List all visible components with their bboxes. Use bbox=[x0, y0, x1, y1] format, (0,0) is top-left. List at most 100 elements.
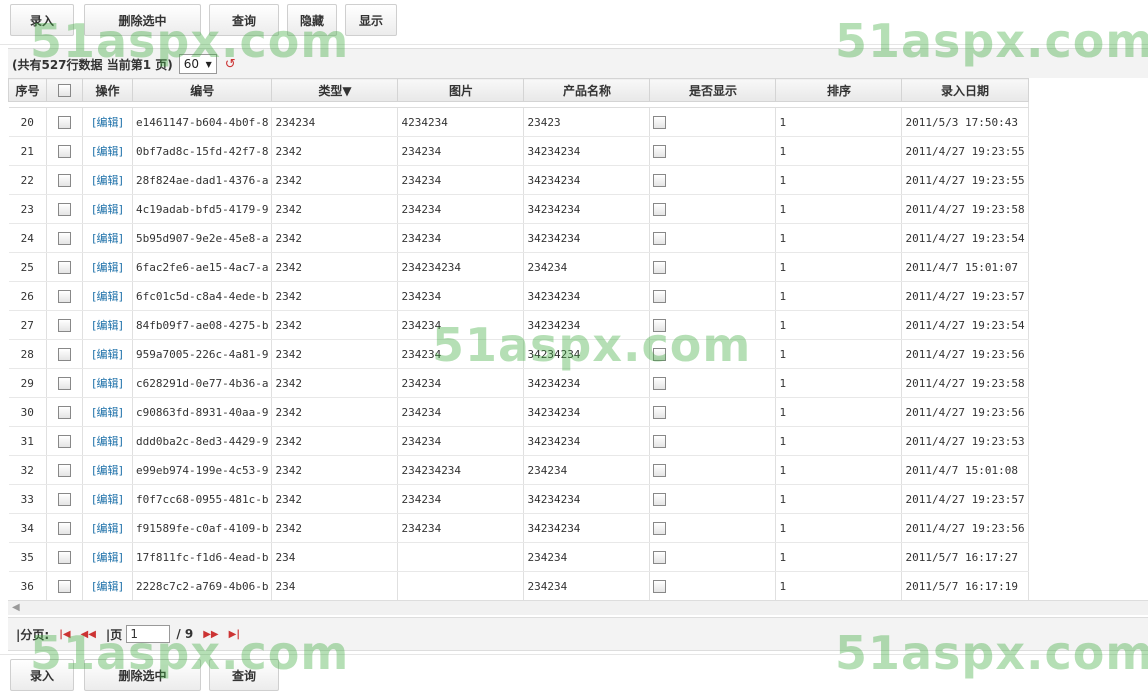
add-button[interactable]: 录入 bbox=[10, 4, 74, 36]
col-header-type[interactable]: 类型▼ bbox=[271, 78, 399, 102]
row-select-checkbox[interactable] bbox=[58, 434, 71, 448]
row-select-checkbox[interactable] bbox=[58, 347, 71, 361]
edit-link[interactable]: [编辑] bbox=[92, 290, 123, 303]
row-visible-checkbox[interactable] bbox=[653, 550, 667, 564]
row-select-checkbox[interactable] bbox=[58, 405, 71, 419]
row-visible-checkbox-cell bbox=[649, 484, 777, 514]
row-visible-checkbox[interactable] bbox=[653, 376, 667, 390]
row-select-checkbox[interactable] bbox=[58, 289, 71, 303]
row-visible-checkbox[interactable] bbox=[653, 347, 667, 361]
row-select-checkbox-cell bbox=[46, 223, 83, 253]
row-select-checkbox[interactable] bbox=[58, 550, 71, 564]
row-type: 2342 bbox=[271, 310, 399, 340]
row-visible-checkbox[interactable] bbox=[653, 115, 667, 129]
edit-link[interactable]: [编辑] bbox=[92, 232, 123, 245]
row-visible-checkbox[interactable] bbox=[653, 231, 667, 245]
edit-link[interactable]: [编辑] bbox=[92, 116, 123, 129]
page-number-input[interactable]: 1 bbox=[126, 625, 171, 643]
row-select-checkbox[interactable] bbox=[58, 521, 71, 535]
query-button-bottom[interactable]: 查询 bbox=[209, 659, 279, 691]
edit-link[interactable]: [编辑] bbox=[92, 348, 123, 361]
row-select-checkbox[interactable] bbox=[58, 463, 71, 477]
edit-link[interactable]: [编辑] bbox=[92, 493, 123, 506]
row-visible-checkbox[interactable] bbox=[653, 463, 667, 477]
row-select-checkbox[interactable] bbox=[58, 492, 71, 506]
row-visible-checkbox[interactable] bbox=[653, 260, 667, 274]
edit-link[interactable]: [编辑] bbox=[92, 145, 123, 158]
row-select-checkbox-cell bbox=[46, 484, 83, 514]
row-visible-checkbox-cell bbox=[649, 571, 777, 600]
col-header-is-visible[interactable]: 是否显示 bbox=[649, 78, 777, 102]
delete-selected-button-bottom[interactable]: 删除选中 bbox=[84, 659, 201, 691]
delete-selected-button[interactable]: 删除选中 bbox=[84, 4, 201, 36]
edit-link[interactable]: [编辑] bbox=[92, 551, 123, 564]
edit-link[interactable]: [编辑] bbox=[92, 203, 123, 216]
row-visible-checkbox-cell bbox=[649, 252, 777, 282]
row-select-checkbox[interactable] bbox=[58, 579, 71, 593]
query-button[interactable]: 查询 bbox=[209, 4, 279, 36]
table-row: 27 [编辑] 84fb09f7-ae08-4275-b 2342 234234 3423… bbox=[8, 310, 1029, 340]
col-header-select-all[interactable] bbox=[46, 78, 83, 102]
row-select-checkbox[interactable] bbox=[58, 144, 71, 158]
last-page-icon[interactable]: ▶| bbox=[229, 629, 240, 640]
row-visible-checkbox[interactable] bbox=[653, 173, 667, 187]
edit-link[interactable]: [编辑] bbox=[92, 261, 123, 274]
show-button[interactable]: 显示 bbox=[345, 4, 397, 36]
row-select-checkbox-cell bbox=[46, 194, 83, 224]
row-sort: 1 bbox=[775, 252, 903, 282]
page-size-select[interactable]: 60 ▼ bbox=[178, 54, 217, 74]
row-select-checkbox[interactable] bbox=[58, 376, 71, 390]
edit-cell: [编辑] bbox=[82, 542, 133, 572]
edit-link[interactable]: [编辑] bbox=[92, 580, 123, 593]
row-visible-checkbox[interactable] bbox=[653, 492, 667, 506]
row-select-checkbox[interactable] bbox=[58, 173, 71, 187]
row-visible-checkbox[interactable] bbox=[653, 318, 667, 332]
row-date: 2011/4/27 19:23:53 bbox=[901, 426, 1029, 456]
edit-link[interactable]: [编辑] bbox=[92, 377, 123, 390]
row-visible-checkbox[interactable] bbox=[653, 434, 667, 448]
table-row: 32 [编辑] e99eb974-199e-4c53-9 2342 234234234 2… bbox=[8, 455, 1029, 485]
row-visible-checkbox[interactable] bbox=[653, 521, 667, 535]
col-header-action[interactable]: 操作 bbox=[82, 78, 133, 102]
row-select-checkbox[interactable] bbox=[58, 202, 71, 216]
refresh-icon[interactable]: ↺ bbox=[225, 57, 236, 72]
select-all-checkbox[interactable] bbox=[58, 84, 71, 97]
first-page-icon[interactable]: |◀ bbox=[59, 629, 70, 640]
row-select-checkbox[interactable] bbox=[58, 260, 71, 274]
edit-link[interactable]: [编辑] bbox=[92, 319, 123, 332]
add-button-bottom[interactable]: 录入 bbox=[10, 659, 74, 691]
row-visible-checkbox[interactable] bbox=[653, 144, 667, 158]
row-visible-checkbox-cell bbox=[649, 165, 777, 195]
edit-link[interactable]: [编辑] bbox=[92, 435, 123, 448]
row-product-name: 34234234 bbox=[523, 339, 651, 369]
scroll-left-icon[interactable]: ◀ bbox=[12, 602, 20, 613]
row-visible-checkbox[interactable] bbox=[653, 405, 667, 419]
row-select-checkbox[interactable] bbox=[58, 115, 71, 129]
edit-cell: [编辑] bbox=[82, 136, 133, 166]
row-date: 2011/4/27 19:23:54 bbox=[901, 223, 1029, 253]
next-page-icon[interactable]: ▶▶ bbox=[203, 629, 218, 640]
row-select-checkbox[interactable] bbox=[58, 318, 71, 332]
horizontal-scrollbar[interactable]: ◀ bbox=[8, 600, 1148, 615]
row-visible-checkbox[interactable] bbox=[653, 289, 667, 303]
prev-page-icon[interactable]: ◀◀ bbox=[81, 629, 96, 640]
col-header-sort[interactable]: 排序 bbox=[775, 78, 903, 102]
edit-cell: [编辑] bbox=[82, 339, 133, 369]
edit-link[interactable]: [编辑] bbox=[92, 406, 123, 419]
row-code: 4c19adab-bfd5-4179-9 bbox=[132, 194, 273, 224]
col-header-no[interactable]: 序号 bbox=[8, 78, 47, 102]
row-visible-checkbox[interactable] bbox=[653, 579, 667, 593]
col-header-code[interactable]: 编号 bbox=[131, 78, 273, 102]
row-visible-checkbox[interactable] bbox=[653, 202, 667, 216]
edit-link[interactable]: [编辑] bbox=[92, 522, 123, 535]
col-header-image[interactable]: 图片 bbox=[397, 78, 525, 102]
col-header-date[interactable]: 录入日期 bbox=[901, 78, 1029, 102]
col-header-product-name[interactable]: 产品名称 bbox=[523, 78, 651, 102]
page-size-value: 60 bbox=[183, 57, 200, 71]
row-type: 2342 bbox=[271, 397, 399, 427]
hide-button[interactable]: 隐藏 bbox=[287, 4, 337, 36]
edit-link[interactable]: [编辑] bbox=[92, 174, 123, 187]
edit-link[interactable]: [编辑] bbox=[92, 464, 123, 477]
row-select-checkbox[interactable] bbox=[58, 231, 71, 245]
row-no: 32 bbox=[8, 455, 47, 485]
